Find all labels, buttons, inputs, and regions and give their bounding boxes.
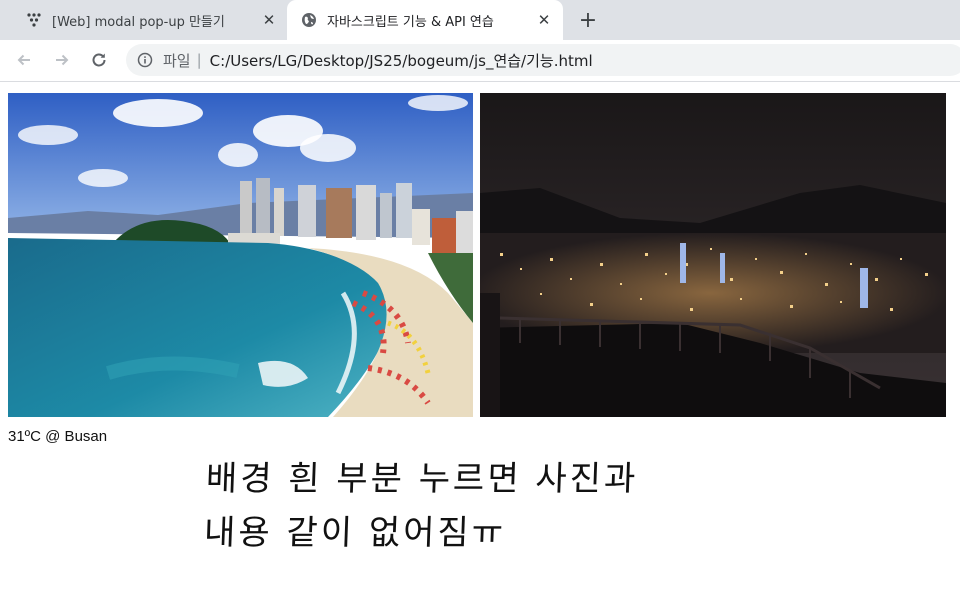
weather-text: 31ºC @ Busan (8, 428, 108, 445)
url-separator: | (196, 51, 202, 69)
toolbar: 파일 | C:/Users/LG/Desktop/JS25/bogeum/js_… (0, 40, 960, 82)
tab-modal-popup[interactable]: [Web] modal pop-up 만들기 ✕ (12, 0, 288, 40)
address-bar[interactable]: 파일 | C:/Users/LG/Desktop/JS25/bogeum/js_… (126, 44, 960, 76)
annotation-line-1: 배경 흰 부분 누르면 사진과 (205, 459, 639, 499)
busan-night-view-photo[interactable] (480, 93, 946, 417)
handwritten-annotation: 배경 흰 부분 누르면 사진과 내용 같이 없어짐ㅠ (203, 452, 727, 560)
close-icon[interactable]: ✕ (258, 9, 280, 31)
tab-strip: [Web] modal pop-up 만들기 ✕ 자바스크립트 기능 & API… (0, 0, 960, 40)
busan-beach-photo[interactable] (8, 93, 473, 417)
beach-image (8, 93, 473, 417)
forward-button[interactable] (50, 48, 74, 72)
url-scheme-label: 파일 (163, 51, 191, 70)
arrow-left-icon (17, 54, 30, 66)
app-dots-icon (27, 13, 41, 27)
info-icon[interactable] (137, 52, 153, 68)
globe-icon (302, 13, 316, 27)
annotation-line-2: 내용 같이 없어짐ㅠ (203, 513, 507, 553)
reload-button[interactable] (87, 48, 111, 72)
plus-icon[interactable]: + (576, 8, 600, 33)
reload-icon (92, 53, 106, 67)
url-text: C:/Users/LG/Desktop/JS25/bogeum/js_연습/기능… (209, 51, 593, 70)
night-image (480, 93, 946, 417)
back-button[interactable] (12, 48, 36, 72)
tab-title: [Web] modal pop-up 만들기 (52, 14, 225, 30)
arrow-right-icon (56, 54, 69, 66)
tab-title: 자바스크립트 기능 & API 연습 (327, 14, 494, 30)
tab-js-practice[interactable]: 자바스크립트 기능 & API 연습 ✕ (287, 0, 563, 40)
close-icon[interactable]: ✕ (533, 9, 555, 31)
